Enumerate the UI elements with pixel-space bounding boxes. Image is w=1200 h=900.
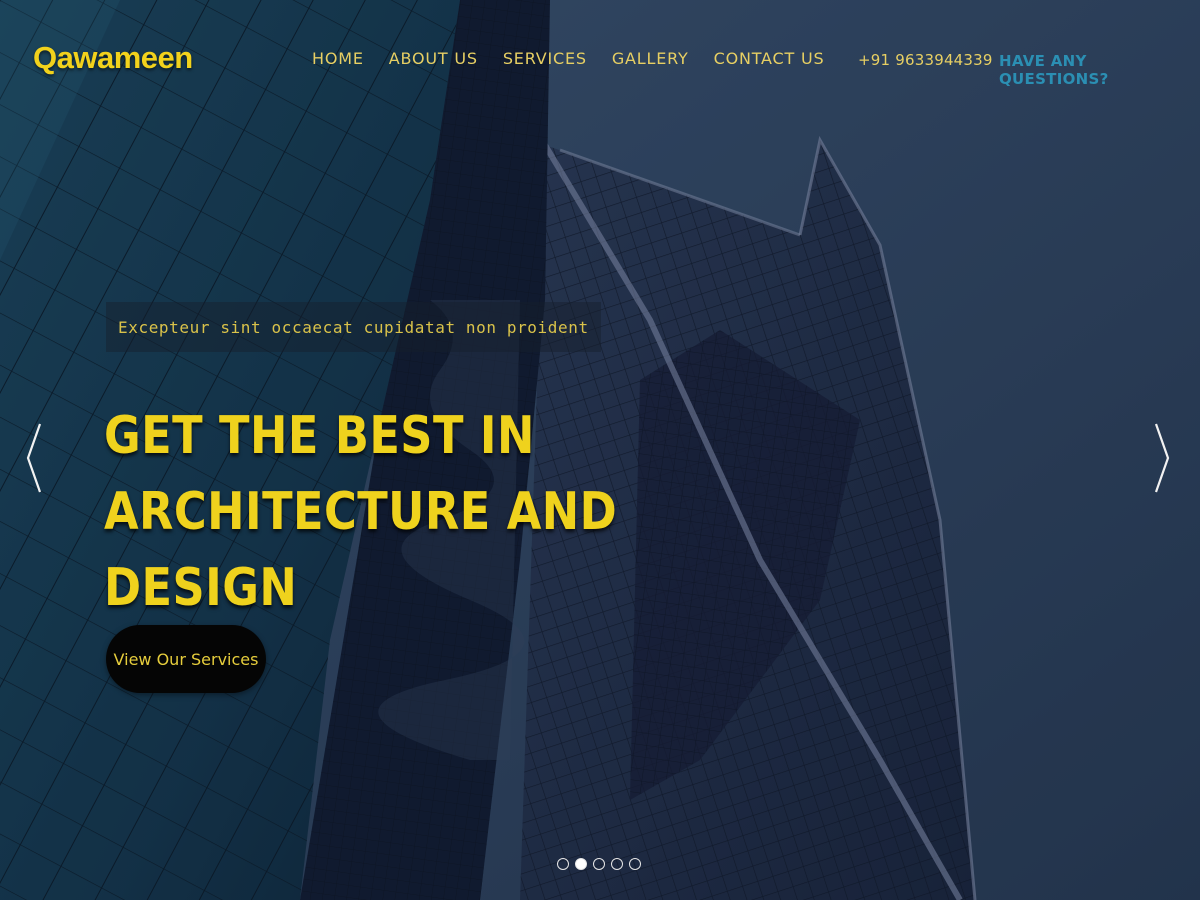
- nav-home[interactable]: HOME: [312, 49, 364, 68]
- slide-headline-line2: DESIGN: [104, 558, 298, 618]
- nav-services[interactable]: SERVICES: [503, 49, 587, 68]
- slide-headline: GET THE BEST IN ARCHITECTURE AND DESIGN: [104, 398, 878, 626]
- slide-tagline: Excepteur sint occaecat cupidatat non pr…: [118, 317, 589, 337]
- chevron-right-icon: [1154, 423, 1170, 493]
- carousel-dot[interactable]: [611, 858, 623, 870]
- nav-gallery[interactable]: GALLERY: [612, 49, 689, 68]
- chevron-left-icon: [26, 423, 42, 493]
- hero-slider: Qawameen HOME ABOUT US SERVICES GALLERY …: [0, 0, 1200, 900]
- tagline-banner: Excepteur sint occaecat cupidatat non pr…: [106, 302, 601, 352]
- have-questions-link[interactable]: HAVE ANY QUESTIONS?: [999, 52, 1200, 88]
- slide-headline-line1: GET THE BEST IN ARCHITECTURE AND: [104, 406, 618, 542]
- carousel-indicators: [557, 858, 641, 870]
- carousel-dot[interactable]: [575, 858, 587, 870]
- carousel-dot[interactable]: [557, 858, 569, 870]
- carousel-next-button[interactable]: [1150, 420, 1176, 496]
- site-logo[interactable]: Qawameen: [33, 40, 193, 76]
- nav-about-us[interactable]: ABOUT US: [389, 49, 478, 68]
- carousel-prev-button[interactable]: [22, 420, 48, 496]
- view-services-button[interactable]: View Our Services: [106, 625, 266, 693]
- carousel-dot[interactable]: [629, 858, 641, 870]
- phone-number-link[interactable]: +91 9633944339: [858, 51, 993, 69]
- nav-contact-us[interactable]: CONTACT US: [714, 49, 825, 68]
- carousel-dot[interactable]: [593, 858, 605, 870]
- main-nav: HOME ABOUT US SERVICES GALLERY CONTACT U…: [312, 49, 849, 68]
